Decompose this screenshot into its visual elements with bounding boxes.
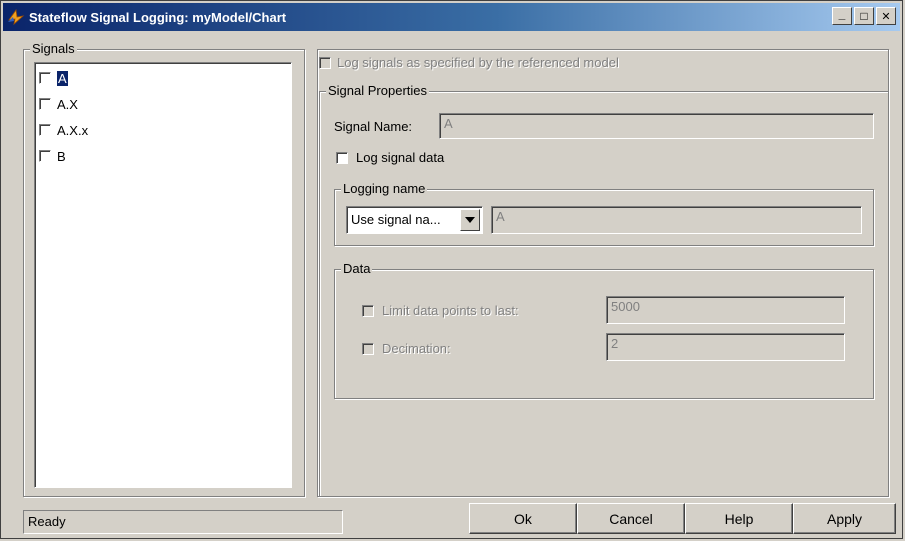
decimation-row[interactable]: Decimation: xyxy=(362,341,451,356)
minimize-icon: _ xyxy=(838,7,846,21)
list-item[interactable]: A.X.x xyxy=(39,121,88,139)
limit-data-label: Limit data points to last: xyxy=(382,303,519,318)
chevron-down-icon[interactable] xyxy=(460,209,480,231)
log-signal-data-label: Log signal data xyxy=(356,150,445,165)
signal-checkbox[interactable] xyxy=(39,98,51,110)
logging-name-field[interactable]: A xyxy=(491,206,862,234)
title-bar[interactable]: Stateflow Signal Logging: myModel/Chart … xyxy=(3,3,900,31)
data-legend: Data xyxy=(341,261,373,276)
signal-checkbox[interactable] xyxy=(39,72,51,84)
cancel-button[interactable]: Cancel xyxy=(577,503,685,534)
list-item[interactable]: A.X xyxy=(39,95,78,113)
signal-label: B xyxy=(57,148,66,164)
apply-button[interactable]: Apply xyxy=(793,503,896,534)
logging-name-legend: Logging name xyxy=(341,181,428,196)
window-title: Stateflow Signal Logging: myModel/Chart xyxy=(29,9,287,25)
signals-group: Signals A A.X A.X.x B xyxy=(23,41,305,497)
signal-name-label: Signal Name: xyxy=(334,119,413,134)
signal-checkbox[interactable] xyxy=(39,124,51,136)
log-referenced-row[interactable]: Log signals as specified by the referenc… xyxy=(319,55,619,70)
signal-label: A.X xyxy=(57,96,78,112)
close-icon: ✕ xyxy=(881,10,891,23)
help-button[interactable]: Help xyxy=(685,503,793,534)
signal-label: A.X.x xyxy=(57,122,89,138)
log-signal-data-row[interactable]: Log signal data xyxy=(336,150,444,165)
decimation-label: Decimation: xyxy=(382,341,451,356)
decimation-checkbox[interactable] xyxy=(362,342,374,355)
signals-list[interactable]: A A.X A.X.x B xyxy=(34,62,292,488)
log-signal-data-checkbox[interactable] xyxy=(336,151,348,164)
status-bar: Ready xyxy=(23,510,343,534)
log-referenced-checkbox[interactable] xyxy=(319,56,331,69)
signal-name-field[interactable]: A xyxy=(439,113,874,139)
stateflow-icon xyxy=(8,8,25,26)
signals-legend: Signals xyxy=(30,41,77,56)
close-button[interactable]: ✕ xyxy=(876,7,896,25)
minimize-button[interactable]: _ xyxy=(832,7,852,25)
signal-label: A xyxy=(57,70,68,86)
ok-button[interactable]: Ok xyxy=(469,503,577,534)
list-item[interactable]: A xyxy=(39,69,68,87)
log-referenced-label: Log signals as specified by the referenc… xyxy=(337,55,619,70)
limit-data-checkbox[interactable] xyxy=(362,304,374,317)
signal-checkbox[interactable] xyxy=(39,150,51,162)
dialog-window: Stateflow Signal Logging: myModel/Chart … xyxy=(0,0,903,539)
logging-name-select-value: Use signal na... xyxy=(351,212,441,227)
decimation-field[interactable]: 2 xyxy=(606,333,845,361)
logging-name-select[interactable]: Use signal na... xyxy=(346,206,483,234)
limit-data-row[interactable]: Limit data points to last: xyxy=(362,303,519,318)
limit-data-field[interactable]: 5000 xyxy=(606,296,845,324)
signal-properties-legend: Signal Properties xyxy=(326,83,429,98)
maximize-button[interactable]: □ xyxy=(854,7,874,25)
maximize-icon: □ xyxy=(860,9,868,23)
list-item[interactable]: B xyxy=(39,147,66,165)
